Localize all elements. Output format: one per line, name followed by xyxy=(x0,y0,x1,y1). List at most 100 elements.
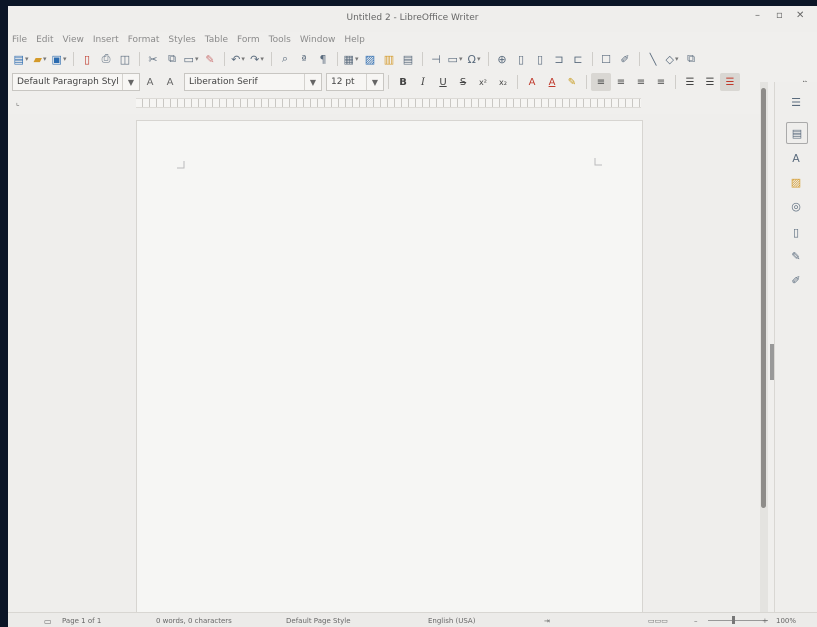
close-button[interactable]: ✕ xyxy=(796,10,804,21)
paste-icon[interactable]: ▭ xyxy=(182,50,200,68)
hyperlink-icon[interactable]: ⊕ xyxy=(493,50,511,68)
insert-field-icon[interactable]: ▭ xyxy=(446,50,464,68)
menu-file[interactable]: File xyxy=(12,35,27,45)
export-pdf-icon[interactable]: ▯ xyxy=(78,50,96,68)
chevron-down-icon[interactable]: ▼ xyxy=(122,74,139,90)
margin-corner-top-right xyxy=(594,158,602,166)
properties-icon[interactable]: ▤ xyxy=(786,122,808,144)
footnote-icon[interactable]: ▯ xyxy=(512,50,530,68)
insert-textbox-icon[interactable]: ▤ xyxy=(399,50,417,68)
save-icon[interactable]: ▣ xyxy=(50,50,68,68)
page-break-icon[interactable]: ⊣ xyxy=(427,50,445,68)
clone-formatting-icon[interactable]: ✎ xyxy=(201,50,219,68)
vertical-scrollbar[interactable] xyxy=(760,82,768,612)
zoom-slider[interactable] xyxy=(708,620,768,621)
numbered-list-icon[interactable]: ☰ xyxy=(700,73,720,91)
cut-icon[interactable]: ✂ xyxy=(144,50,162,68)
copy-icon[interactable]: ⧉ xyxy=(163,50,181,68)
justify-button[interactable]: ≡ xyxy=(651,73,671,91)
update-style-icon[interactable]: A xyxy=(140,73,160,91)
align-center-button[interactable]: ≡ xyxy=(611,73,631,91)
menu-edit[interactable]: Edit xyxy=(36,35,53,45)
toolbar-separator xyxy=(586,75,587,89)
menu-styles[interactable]: Styles xyxy=(168,35,195,45)
line-icon[interactable]: ╲ xyxy=(644,50,662,68)
minimize-button[interactable]: – xyxy=(755,10,760,21)
toolbar-separator xyxy=(517,75,518,89)
zoom-out-icon[interactable]: – xyxy=(694,617,698,625)
paragraph-style-select[interactable]: Default Paragraph Styl ▼ xyxy=(12,73,140,91)
new-document-icon[interactable]: ▤ xyxy=(12,50,30,68)
chevron-down-icon[interactable]: ▼ xyxy=(304,74,321,90)
menu-table[interactable]: Table xyxy=(205,35,228,45)
cross-reference-icon[interactable]: ⊏ xyxy=(569,50,587,68)
manage-changes-icon[interactable]: ✐ xyxy=(786,270,806,290)
menu-view[interactable]: View xyxy=(63,35,84,45)
italic-button[interactable]: I xyxy=(413,73,433,91)
zoom-level[interactable]: 100% xyxy=(776,617,796,625)
font-size-select[interactable]: 12 pt ▼ xyxy=(326,73,384,91)
menu-help[interactable]: Help xyxy=(344,35,365,45)
gallery-icon[interactable]: ▨ xyxy=(786,172,806,192)
endnote-icon[interactable]: ▯ xyxy=(531,50,549,68)
tab-stop-icon[interactable]: ⌞ xyxy=(16,98,20,107)
comment-icon[interactable]: ☐ xyxy=(597,50,615,68)
selection-mode-icon[interactable]: ⇥ xyxy=(544,617,550,625)
menu-window[interactable]: Window xyxy=(300,35,336,45)
style-inspector-icon[interactable]: ✎ xyxy=(786,246,806,266)
maximize-button[interactable]: ▫ xyxy=(776,10,783,21)
superscript-button[interactable]: x² xyxy=(473,73,493,91)
find-replace-icon[interactable]: ⌕ xyxy=(276,50,294,68)
bullet-list-icon[interactable]: ☰ xyxy=(680,73,700,91)
strikethrough-button[interactable]: S xyxy=(453,73,473,91)
word-count[interactable]: 0 words, 0 characters xyxy=(156,617,232,625)
zoom-slider-knob[interactable] xyxy=(732,616,735,624)
language-status[interactable]: English (USA) xyxy=(428,617,475,625)
page-count[interactable]: Page 1 of 1 xyxy=(62,617,101,625)
highlight-color-icon[interactable]: ✎ xyxy=(562,73,582,91)
undo-icon[interactable]: ↶ xyxy=(229,50,247,68)
line-spacing-icon[interactable]: ☰ xyxy=(720,73,740,91)
insert-chart-icon[interactable]: ▥ xyxy=(380,50,398,68)
chevron-down-icon[interactable]: ▼ xyxy=(366,74,383,90)
special-character-icon[interactable]: Ω xyxy=(465,50,483,68)
draw-functions-icon[interactable]: ⧉ xyxy=(682,50,700,68)
subscript-button[interactable]: x₂ xyxy=(493,73,513,91)
spelling-icon[interactable]: ª xyxy=(295,50,313,68)
new-style-icon[interactable]: A xyxy=(160,73,180,91)
menu-form[interactable]: Form xyxy=(237,35,260,45)
page-icon[interactable]: ▯ xyxy=(786,222,806,242)
redo-icon[interactable]: ↷ xyxy=(248,50,266,68)
document-page[interactable] xyxy=(136,120,643,622)
page-style[interactable]: Default Page Style xyxy=(286,617,351,625)
align-left-button[interactable]: ≡ xyxy=(591,73,611,91)
align-right-button[interactable]: ≡ xyxy=(631,73,651,91)
track-changes-icon[interactable]: ✐ xyxy=(616,50,634,68)
zoom-in-icon[interactable]: + xyxy=(762,617,768,625)
insert-image-icon[interactable]: ▨ xyxy=(361,50,379,68)
insert-table-icon[interactable]: ▦ xyxy=(342,50,360,68)
font-name-value: Liberation Serif xyxy=(189,77,258,87)
clear-formatting-icon[interactable]: A xyxy=(522,73,542,91)
formatting-marks-icon[interactable]: ¶ xyxy=(314,50,332,68)
horizontal-ruler[interactable] xyxy=(136,98,641,108)
menu-format[interactable]: Format xyxy=(128,35,160,45)
menu-insert[interactable]: Insert xyxy=(93,35,119,45)
print-icon[interactable]: ⎙ xyxy=(97,50,115,68)
basic-shapes-icon[interactable]: ◇ xyxy=(663,50,681,68)
scrollbar-thumb[interactable] xyxy=(761,88,766,508)
menu-tools[interactable]: Tools xyxy=(269,35,291,45)
font-color-icon[interactable]: A xyxy=(542,73,562,91)
styles-icon[interactable]: A xyxy=(786,148,806,168)
navigator-icon[interactable]: ◎ xyxy=(786,196,806,216)
sidebar-collapse-handle[interactable] xyxy=(770,344,774,380)
bookmark-icon[interactable]: ⊐ xyxy=(550,50,568,68)
sidebar-deck: ☰ ▤ A ▨ ◎ ▯ ✎ ✐ xyxy=(770,82,817,612)
font-name-select[interactable]: Liberation Serif ▼ xyxy=(184,73,322,91)
layout-view-icons[interactable]: ▭▭▭ xyxy=(648,617,668,625)
bold-button[interactable]: B xyxy=(393,73,413,91)
open-folder-icon[interactable]: ▰ xyxy=(31,50,49,68)
sidebar-menu-icon[interactable]: ☰ xyxy=(786,92,806,112)
print-preview-icon[interactable]: ◫ xyxy=(116,50,134,68)
underline-button[interactable]: U xyxy=(433,73,453,91)
